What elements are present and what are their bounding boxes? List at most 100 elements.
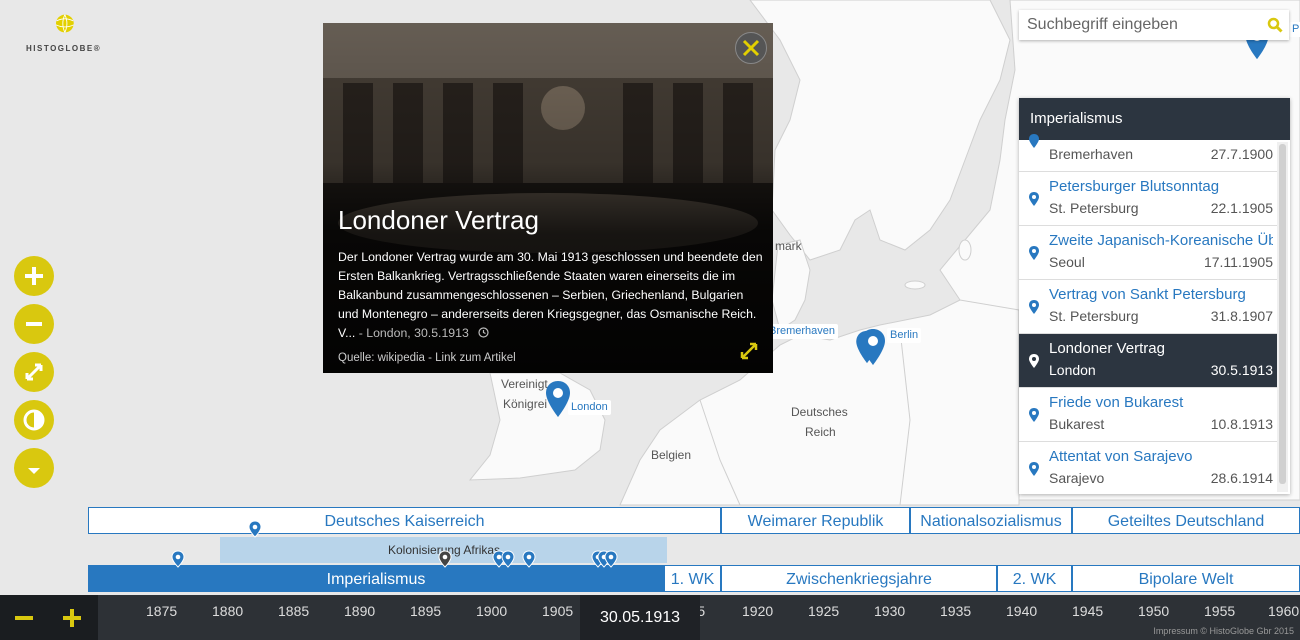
berlin-pin-label[interactable]: Berlin [887,328,922,343]
timeline-pin-icon[interactable] [604,550,618,568]
timeline-zweiter-weltkrieg[interactable]: 2. WK [997,565,1072,592]
timeline-geteiltes-deutschland[interactable]: Geteiltes Deutschland [1072,507,1300,534]
map-pin-icon [1029,134,1039,148]
histoglobe-logo-icon [55,14,74,33]
close-icon [742,39,760,57]
expand-icon[interactable] [738,340,760,362]
event-date: 30.5.1913 [1210,362,1273,378]
year-tick: 1960 [1268,603,1300,619]
timeline-zoom-in-icon[interactable] [60,606,84,630]
timeline-zoom-out-icon[interactable] [12,608,36,628]
chevron-down-icon [27,462,41,474]
map-label-belgium: Belgien [651,448,692,462]
event-item-vertrag-sankt-petersburg[interactable]: Vertrag von Sankt Petersburg St. Petersb… [1019,280,1277,334]
event-place: Bremerhaven [1049,146,1134,162]
event-date: 22.1.1905 [1210,200,1273,216]
timeline-pin-icon[interactable] [248,520,262,538]
timeline-deutsches-kaiserreich[interactable]: Deutsches Kaiserreich [88,507,721,534]
fullscreen-button[interactable] [14,352,54,392]
event-item-attentat-sarajevo[interactable]: Attentat von Sarajevo Sarajevo 28.6.1914 [1019,442,1277,494]
event-item-japanisch-koreanisch[interactable]: Zweite Japanisch-Koreanische Üb Seoul 17… [1019,226,1277,280]
contrast-button[interactable] [14,400,54,440]
year-tick: 1895 [410,603,442,619]
logo-text: HISTOGLOBE® [26,44,102,53]
popup-title: Londoner Vertrag [338,205,539,235]
timeline-zoom-controls [0,595,98,640]
year-tick: 1930 [874,603,906,619]
event-date: 31.8.1907 [1210,308,1273,324]
bremerhaven-pin-label[interactable]: Bremerhaven [766,324,839,339]
footer-imprint[interactable]: Impressum © HistoGlobe Gbr 2015 [1153,626,1294,636]
year-tick: 1935 [940,603,972,619]
year-tick: 1920 [742,603,774,619]
event-item-bremerhaven[interactable]: Bremerhaven 27.7.1900 [1019,118,1277,172]
event-title: Vertrag von Sankt Petersburg [1049,286,1246,303]
search-icon[interactable] [1267,17,1283,33]
zoom-out-button[interactable] [14,304,54,344]
year-tick: 1885 [278,603,310,619]
map-label-germany-line2: Reich [805,425,836,439]
timeline-bipolare-welt[interactable]: Bipolare Welt [1072,565,1300,592]
map-pin-icon [1029,246,1039,260]
event-list-scrollbar[interactable] [1277,142,1288,492]
event-place: St. Petersburg [1049,200,1139,216]
map-pin-icon [1029,462,1039,476]
timeline-zwischenkriegsjahre[interactable]: Zwischenkriegsjahre [721,565,997,592]
year-tick: 1880 [212,603,244,619]
expand-arrows-icon [25,363,43,381]
minus-icon [26,322,42,326]
map-pin-icon [1029,300,1039,314]
popup-source[interactable]: Quelle: wikipedia - Link zum Artikel [338,352,516,364]
top-right-pin-label[interactable]: P [1289,22,1300,37]
london-pin-label[interactable]: London [568,400,611,415]
zoom-in-button[interactable] [14,256,54,296]
map-label-uk-line1: Vereinigt [501,377,548,391]
event-place: St. Petersburg [1049,308,1139,324]
map-label-germany-line1: Deutsches [791,405,848,419]
timeline-nationalsozialismus[interactable]: Nationalsozialismus [910,507,1072,534]
timeline-pin-icon[interactable] [522,550,536,568]
event-item-friede-bukarest[interactable]: Friede von Bukarest Bukarest 10.8.1913 [1019,388,1277,442]
event-date: 10.8.1913 [1210,416,1273,432]
year-tick: 1875 [146,603,178,619]
year-tick: 1905 [542,603,574,619]
year-tick: 1900 [476,603,508,619]
timeline-pin-icon[interactable] [501,550,515,568]
more-options-button[interactable] [14,448,54,488]
map-pin-icon [1029,192,1039,206]
year-tick: 1940 [1006,603,1038,619]
timeline-pin-icon[interactable] [438,550,452,568]
current-date-indicator[interactable]: 30.05.1913 [580,595,700,640]
close-button[interactable] [735,32,767,64]
map-label-uk-line2: Königrei [503,397,548,411]
search-input[interactable] [1025,10,1259,40]
timeline-pin-icon[interactable] [171,550,185,568]
timeline-weimarer-republik[interactable]: Weimarer Republik [721,507,910,534]
event-popup: Londoner Vertrag Der Londoner Vertrag wu… [323,23,773,373]
event-item-londoner-vertrag[interactable]: Londoner Vertrag London 30.5.1913 [1019,334,1277,388]
popup-place-date: - London, 30.5.1913 [355,326,469,340]
scrollbar-thumb[interactable] [1279,144,1286,484]
year-tick: 1955 [1204,603,1236,619]
year-tick: 1950 [1138,603,1170,619]
event-title: Friede von Bukarest [1049,394,1184,411]
event-title: Londoner Vertrag [1049,340,1165,357]
event-place: Bukarest [1049,416,1105,432]
map-pin-icon [1029,408,1039,422]
popup-description: Der Londoner Vertrag wurde am 30. Mai 19… [338,248,763,343]
event-place: Sarajevo [1049,470,1105,486]
event-place: London [1049,362,1096,378]
event-title: Zweite Japanisch-Koreanische Üb [1049,232,1273,249]
event-date: 17.11.1905 [1203,254,1273,270]
year-tick: 1945 [1072,603,1104,619]
event-title: Attentat von Sarajevo [1049,448,1193,465]
year-tick: 1925 [808,603,840,619]
search-box[interactable] [1019,10,1289,40]
event-place: Seoul [1049,254,1085,270]
timeline-imperialismus[interactable]: Imperialismus [88,565,664,592]
event-title: Petersburger Blutsonntag [1049,178,1220,195]
event-item-petersburger-blutsonntag[interactable]: Petersburger Blutsonntag St. Petersburg … [1019,172,1277,226]
timeline-erster-weltkrieg[interactable]: 1. WK [664,565,721,592]
year-tick: 1890 [344,603,376,619]
berlin-map-pin-icon[interactable] [860,328,886,366]
